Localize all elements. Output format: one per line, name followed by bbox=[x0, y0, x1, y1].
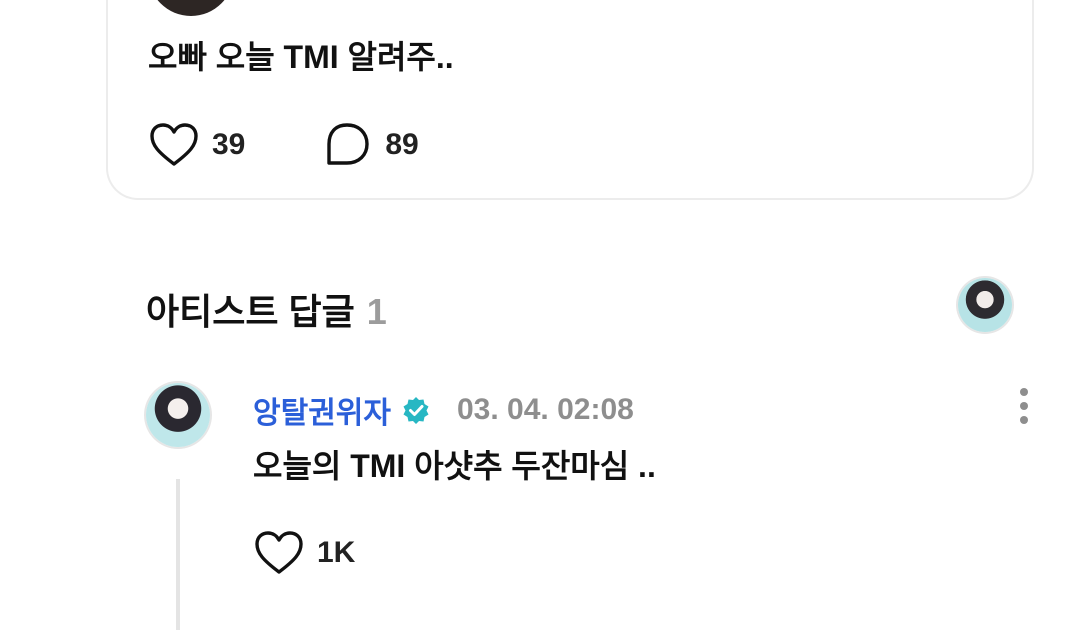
comment-bubble-icon bbox=[327, 123, 370, 165]
artist-reply-section-title: 아티스트 답글 1 bbox=[146, 283, 387, 335]
fan-avatar[interactable] bbox=[148, 0, 234, 16]
like-button[interactable]: 39 bbox=[148, 120, 245, 170]
artist-reply-header: 앙탈권위자 03. 04. 02:08 bbox=[253, 388, 634, 432]
fan-post-actions: 39 89 bbox=[148, 120, 419, 170]
heart-icon bbox=[150, 123, 198, 166]
artist-avatar[interactable] bbox=[146, 383, 210, 447]
comment-button[interactable]: 89 bbox=[321, 120, 419, 170]
section-title-text: 아티스트 답글 bbox=[146, 291, 355, 332]
more-vertical-icon[interactable] bbox=[1020, 388, 1028, 424]
thread-connector-line bbox=[176, 479, 180, 630]
artist-reply-text: 오늘의 TMI 아샷추 두잔마심 .. bbox=[253, 448, 656, 484]
artist-filter-avatar[interactable] bbox=[958, 278, 1012, 332]
reply-like-count: 1K bbox=[317, 536, 356, 569]
heart-icon bbox=[255, 531, 303, 574]
fan-post-text: 오빠 오늘 TMI 알려주.. bbox=[148, 39, 454, 75]
post-detail-screen: 오빠 오늘 TMI 알려주.. 39 89 아티스트 답글 1 앙탈권위자 03… bbox=[0, 0, 1080, 630]
like-count: 39 bbox=[212, 128, 246, 161]
verified-badge-icon bbox=[403, 397, 429, 424]
reply-like-button[interactable]: 1K bbox=[253, 528, 355, 578]
section-count: 1 bbox=[366, 291, 387, 332]
reply-time: 03. 04. 02:08 bbox=[457, 393, 634, 426]
comment-count: 89 bbox=[385, 128, 419, 161]
fan-post-card: 오빠 오늘 TMI 알려주.. 39 89 bbox=[106, 0, 1034, 200]
artist-name[interactable]: 앙탈권위자 bbox=[253, 388, 391, 432]
